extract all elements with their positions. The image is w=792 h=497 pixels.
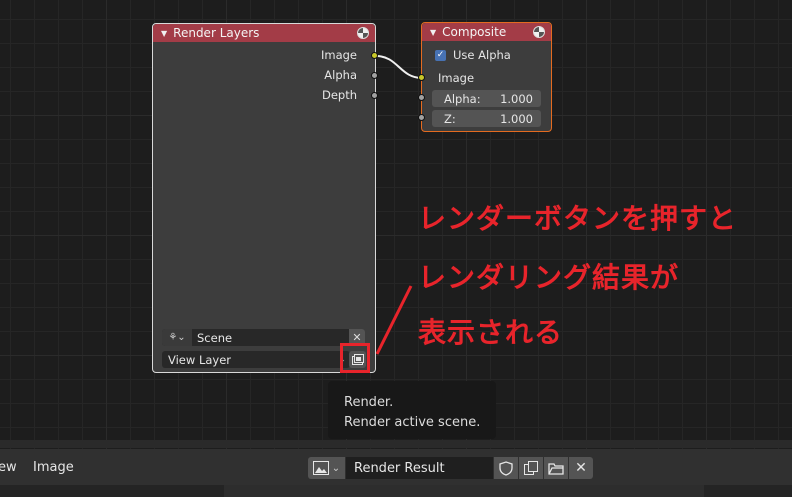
alpha-field[interactable]: Alpha: 1.000: [432, 90, 541, 107]
render-button-highlight: [340, 343, 370, 373]
menu-image[interactable]: Image: [33, 460, 74, 475]
tooltip-line-2: Render active scene.: [344, 415, 481, 430]
input-label-image: Image: [438, 71, 475, 85]
collapse-triangle-icon[interactable]: ▼: [161, 29, 167, 38]
output-label-image: Image: [320, 48, 357, 62]
socket-depth-output[interactable]: [371, 92, 378, 99]
folder-icon: [548, 462, 564, 475]
socket-alpha-input[interactable]: [418, 94, 425, 101]
image-name-field[interactable]: Render Result: [346, 457, 493, 479]
composite-node[interactable]: ▼ Composite ✓ Use Alpha Image Alpha: 1.0…: [421, 22, 552, 132]
open-image-button[interactable]: [544, 457, 568, 479]
render-layers-header[interactable]: ▼ Render Layers: [153, 24, 375, 42]
unlink-image-button[interactable]: ✕: [569, 457, 593, 479]
tooltip-line-1: Render.: [344, 395, 394, 410]
close-icon: ✕: [575, 460, 587, 476]
composite-title: Composite: [442, 25, 507, 39]
render-layers-node[interactable]: ▼ Render Layers Image Alpha Depth ⚘⌄ Sce…: [152, 23, 376, 373]
use-alpha-label: Use Alpha: [453, 48, 511, 62]
image-editor-toolbar-region: [224, 485, 704, 497]
tooltip: Render. Render active scene.: [328, 381, 496, 439]
socket-z-input[interactable]: [418, 114, 425, 121]
annotation-line-3: 表示される: [418, 316, 564, 349]
menu-view[interactable]: ew: [0, 460, 17, 475]
socket-alpha-output[interactable]: [371, 72, 378, 79]
output-label-depth: Depth: [321, 88, 357, 102]
z-field[interactable]: Z: 1.000: [432, 110, 541, 127]
annotation-line-1: レンダーボタンを押すと: [418, 202, 738, 235]
preview-toggle-icon[interactable]: [357, 27, 369, 39]
output-label-alpha: Alpha: [324, 68, 357, 82]
scene-name[interactable]: Scene: [192, 331, 349, 345]
view-layer-name[interactable]: View Layer: [168, 353, 338, 367]
z-field-label: Z:: [444, 111, 456, 126]
view-layer-selector[interactable]: View Layer ⌄: [162, 351, 350, 368]
render-layers-title: Render Layers: [173, 26, 260, 40]
image-browse-button[interactable]: ⌄: [308, 457, 345, 479]
chevron-down-icon: ⌄: [331, 462, 341, 474]
use-alpha-checkbox[interactable]: ✓: [435, 50, 446, 61]
annotation-line-2: レンダリング結果が: [418, 261, 680, 294]
alpha-field-label: Alpha:: [444, 91, 481, 106]
composite-header[interactable]: ▼ Composite: [422, 23, 551, 41]
scene-icon[interactable]: ⚘⌄: [162, 329, 192, 346]
duplicate-icon: [524, 461, 538, 475]
socket-image-output[interactable]: [371, 52, 378, 59]
new-image-button[interactable]: [519, 457, 543, 479]
shield-icon: [499, 460, 513, 476]
fake-user-button[interactable]: [494, 457, 518, 479]
alpha-field-value[interactable]: 1.000: [500, 92, 533, 106]
image-editor-header: ew Image ⌄ Render Result ✕: [0, 449, 792, 485]
collapse-triangle-icon[interactable]: ▼: [430, 28, 436, 37]
socket-image-input[interactable]: [418, 74, 425, 81]
z-field-value[interactable]: 1.000: [500, 112, 533, 126]
area-separator[interactable]: [0, 440, 792, 448]
preview-toggle-icon[interactable]: [533, 26, 545, 38]
scene-selector[interactable]: ⚘⌄ Scene ✕: [162, 329, 365, 346]
image-editor-toolbar-strip: [0, 485, 792, 497]
image-icon: [312, 461, 329, 475]
